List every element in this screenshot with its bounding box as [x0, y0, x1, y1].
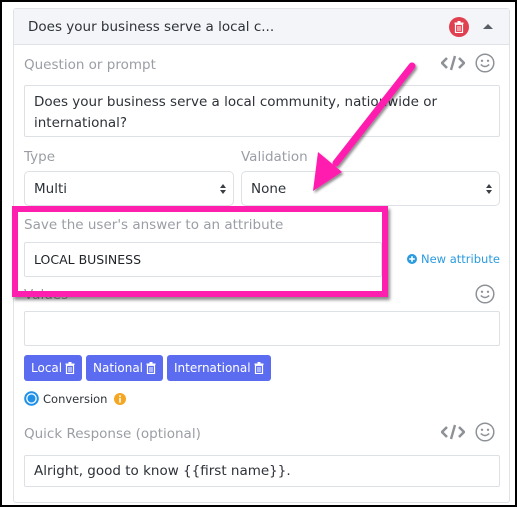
conversion-label: Conversion	[43, 391, 108, 406]
select-arrows-icon	[220, 183, 226, 194]
delete-question-button[interactable]	[449, 16, 469, 37]
radio-checked-icon[interactable]	[24, 391, 39, 406]
value-tag[interactable]: International	[167, 355, 271, 381]
emoji-button[interactable]	[474, 52, 496, 74]
insert-code-button[interactable]	[440, 53, 466, 73]
values-label: Values	[24, 287, 69, 303]
quick-response-code-button[interactable]	[440, 422, 466, 442]
card-header[interactable]: Does your business serve a local c...	[14, 9, 509, 45]
new-attribute-link[interactable]: New attribute	[407, 252, 500, 266]
question-label: Question or prompt	[24, 57, 156, 73]
code-icon	[441, 55, 465, 71]
plus-circle-icon	[407, 254, 417, 264]
trash-icon	[454, 20, 464, 33]
value-tag-label: National	[93, 361, 144, 375]
trash-icon[interactable]	[65, 362, 75, 374]
smiley-icon	[475, 53, 495, 73]
card-title: Does your business serve a local c...	[28, 18, 275, 35]
quick-response-label: Quick Response (optional)	[24, 426, 201, 442]
type-label: Type	[24, 149, 56, 165]
validation-label: Validation	[241, 149, 308, 165]
attribute-label: Save the user's answer to an attribute	[24, 217, 284, 233]
attribute-input[interactable]: LOCAL BUSINESS	[24, 242, 382, 277]
quick-response-emoji-button[interactable]	[474, 421, 496, 443]
code-icon	[441, 424, 465, 440]
trash-icon[interactable]	[146, 362, 156, 374]
trash-icon[interactable]	[254, 362, 264, 374]
values-input[interactable]	[24, 311, 500, 346]
question-card: Does your business serve a local c... Qu…	[13, 8, 510, 503]
select-arrows-icon	[486, 183, 492, 194]
value-tag[interactable]: Local	[24, 355, 83, 381]
value-tag-label: International	[174, 361, 251, 375]
values-emoji-button[interactable]	[474, 283, 496, 305]
new-attribute-label: New attribute	[421, 252, 500, 266]
smiley-icon	[475, 284, 495, 304]
quick-response-input[interactable]: Alright, good to know {{first name}}.	[24, 455, 500, 487]
type-select[interactable]: Multi	[24, 171, 234, 206]
value-tag-label: Local	[31, 361, 63, 375]
screenshot-frame: Does your business serve a local c... Qu…	[2, 2, 515, 505]
question-input[interactable]: Does your business serve a local communi…	[24, 85, 500, 137]
conversion-radio[interactable]: Conversion	[24, 391, 127, 406]
validation-selected-value: None	[251, 180, 287, 197]
value-tag[interactable]: National	[86, 355, 164, 381]
type-selected-value: Multi	[34, 180, 67, 197]
validation-select[interactable]: None	[241, 171, 500, 206]
smiley-icon	[475, 422, 495, 442]
info-icon[interactable]	[114, 392, 127, 405]
collapse-caret-up-icon[interactable]	[483, 24, 493, 29]
